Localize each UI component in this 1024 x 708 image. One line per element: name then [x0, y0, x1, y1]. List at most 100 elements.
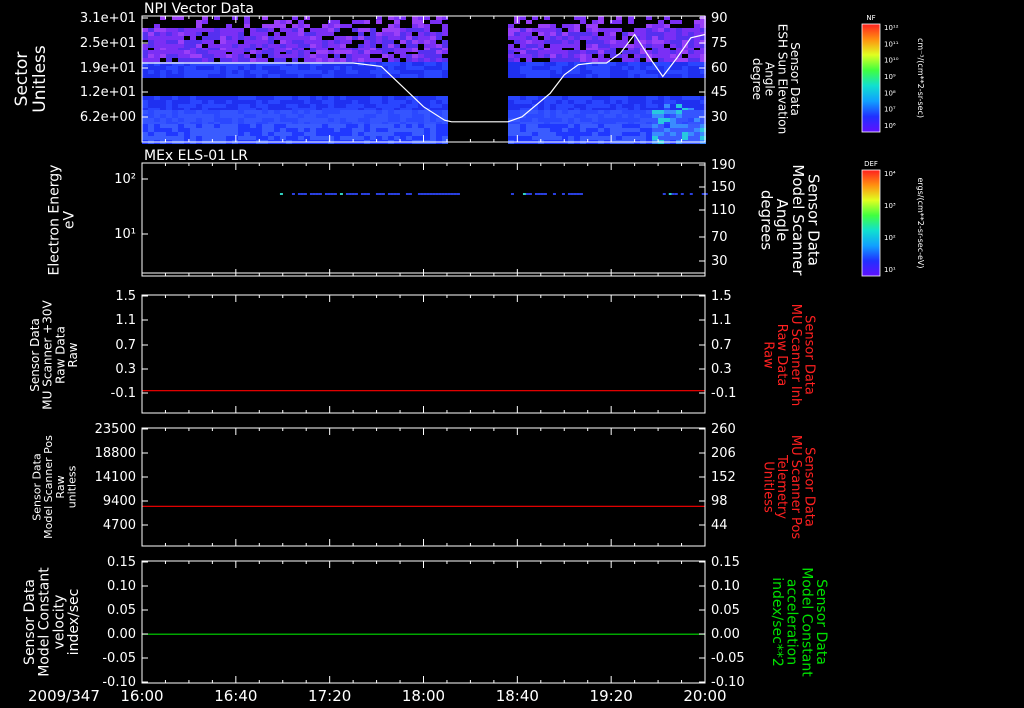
heatmap-cell	[664, 114, 670, 118]
heatmap-cell	[520, 118, 526, 122]
heatmap-cell	[214, 114, 220, 118]
y-tick-label: 4700	[103, 518, 136, 533]
heatmap-cell	[280, 132, 286, 136]
heatmap-cell	[646, 28, 652, 32]
heatmap-cell	[370, 58, 376, 62]
heatmap-cell	[304, 50, 310, 54]
signal-cell	[423, 193, 427, 195]
heatmap-cell	[358, 70, 364, 74]
heatmap-cell	[292, 16, 298, 20]
heatmap-cell	[550, 36, 556, 40]
heatmap-cell	[442, 100, 448, 104]
heatmap-cell	[304, 96, 310, 100]
heatmap-cell	[334, 20, 340, 24]
heatmap-cell	[256, 132, 262, 136]
heatmap-cell	[568, 44, 574, 48]
heatmap-cell	[688, 100, 694, 104]
heatmap-cell	[442, 62, 448, 66]
heatmap-cell	[406, 114, 412, 118]
heatmap-cell	[208, 104, 214, 108]
heatmap-cell	[586, 100, 592, 104]
heatmap-cell	[292, 36, 298, 40]
heatmap-cell	[634, 96, 640, 100]
heatmap-cell	[604, 66, 610, 70]
right-axis-label: degree	[750, 58, 764, 100]
heatmap-cell	[388, 28, 394, 32]
heatmap-cell	[538, 54, 544, 58]
heatmap-cell	[244, 128, 250, 132]
heatmap-cell	[154, 44, 160, 48]
heatmap-cell	[202, 74, 208, 78]
heatmap-cell	[316, 50, 322, 54]
heatmap-cell	[244, 110, 250, 114]
heatmap-cell	[244, 96, 250, 100]
heatmap-cell	[544, 50, 550, 54]
heatmap-cell	[274, 74, 280, 78]
heatmap-cell	[664, 124, 670, 128]
heatmap-cell	[694, 100, 700, 104]
heatmap-cell	[592, 70, 598, 74]
heatmap-cell	[562, 32, 568, 36]
heatmap-cell	[616, 96, 622, 100]
heatmap-cell	[286, 36, 292, 40]
heatmap-cell	[670, 50, 676, 54]
heatmap-cell	[220, 70, 226, 74]
heatmap-cell	[208, 118, 214, 122]
right-tick-label: 0.05	[711, 603, 740, 618]
heatmap-cell	[256, 118, 262, 122]
heatmap-cell	[688, 58, 694, 62]
heatmap-cell	[568, 40, 574, 44]
heatmap-cell	[640, 36, 646, 40]
heatmap-cell	[436, 110, 442, 114]
heatmap-cell	[364, 100, 370, 104]
heatmap-cell	[646, 44, 652, 48]
y-tick-label: 18800	[95, 446, 136, 461]
heatmap-cell	[280, 124, 286, 128]
heatmap-cell	[190, 124, 196, 128]
heatmap-cell	[592, 58, 598, 62]
heatmap-cell	[202, 40, 208, 44]
heatmap-cell	[526, 50, 532, 54]
heatmap-cell	[310, 118, 316, 122]
heatmap-cell	[676, 62, 682, 66]
heatmap-cell	[328, 32, 334, 36]
heatmap-cell	[412, 58, 418, 62]
heatmap-cell	[412, 114, 418, 118]
heatmap-cell	[550, 110, 556, 114]
heatmap-cell	[160, 54, 166, 58]
heatmap-cell	[622, 104, 628, 108]
heatmap-cell	[604, 124, 610, 128]
heatmap-cell	[292, 44, 298, 48]
heatmap-cell	[436, 74, 442, 78]
heatmap-cell	[184, 128, 190, 132]
heatmap-cell	[190, 32, 196, 36]
heatmap-cell	[508, 28, 514, 32]
heatmap-cell	[370, 128, 376, 132]
heatmap-cell	[226, 74, 232, 78]
heatmap-cell	[676, 132, 682, 136]
heatmap-cell	[274, 20, 280, 24]
signal-cell	[327, 193, 331, 195]
heatmap-cell	[592, 110, 598, 114]
heatmap-cell	[256, 36, 262, 40]
heatmap-cell	[352, 118, 358, 122]
heatmap-cell	[520, 110, 526, 114]
heatmap-cell	[244, 24, 250, 28]
heatmap-cell	[388, 114, 394, 118]
heatmap-cell	[394, 36, 400, 40]
heatmap-cell	[442, 24, 448, 28]
heatmap-cell	[622, 136, 628, 140]
heatmap-cell	[226, 66, 232, 70]
heatmap-cell	[154, 50, 160, 54]
heatmap-cell	[568, 132, 574, 136]
heatmap-cell	[274, 36, 280, 40]
heatmap-cell	[622, 124, 628, 128]
heatmap-cell	[190, 66, 196, 70]
heatmap-cell	[154, 96, 160, 100]
heatmap-cell	[538, 132, 544, 136]
heatmap-cell	[394, 20, 400, 24]
heatmap-cell	[616, 40, 622, 44]
heatmap-cell	[226, 28, 232, 32]
heatmap-cell	[346, 24, 352, 28]
heatmap-cell	[310, 74, 316, 78]
